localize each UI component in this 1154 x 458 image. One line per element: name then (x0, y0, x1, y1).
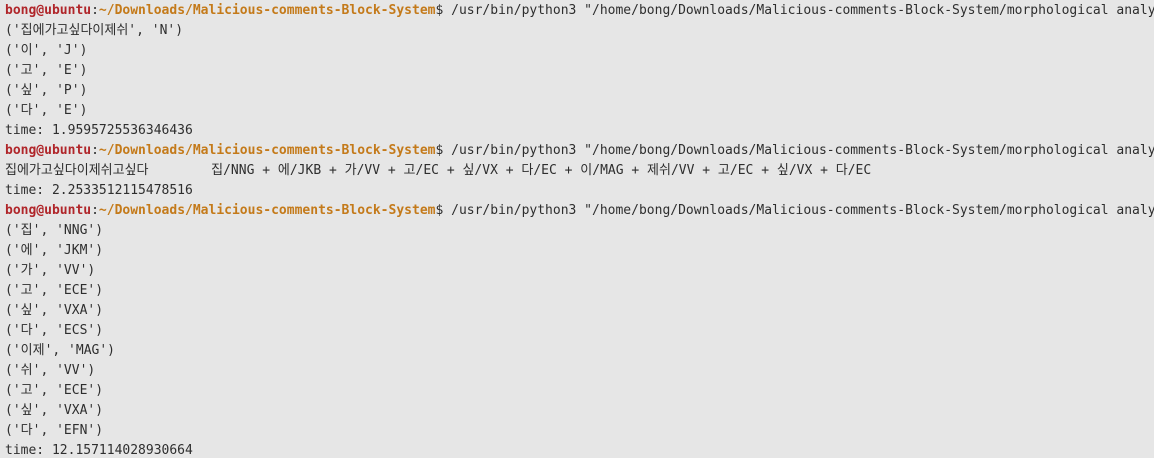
output-line: time: 2.2533512115478516 (5, 183, 193, 198)
output-line: ('이제', 'MAG') (5, 343, 116, 358)
output-line: ('다', 'ECS') (5, 323, 104, 338)
command-line: bong@ubuntu:~/Downloads/Malicious-commen… (5, 201, 1154, 221)
prompt-user-host: bong@ubuntu (5, 203, 92, 218)
prompt-colon: : (91, 143, 99, 158)
output-line: ('다', 'EFN') (5, 423, 104, 438)
terminal-window[interactable]: bong@ubuntu:~/Downloads/Malicious-commen… (0, 0, 1154, 458)
output-line: 집에가고싶다이제쉬고싶다 집/NNG + 에/JKB + 가/VV + 고/EC… (5, 163, 872, 178)
output-line: time: 12.157114028930664 (5, 443, 193, 458)
output-line: ('집', 'NNG') (5, 223, 104, 238)
output-line: ('가', 'VV') (5, 263, 96, 278)
command-text: /usr/bin/python3 "/home/bong/Downloads/M… (451, 203, 1154, 218)
prompt-user-host: bong@ubuntu (5, 143, 92, 158)
output-line: ('이', 'J') (5, 43, 88, 58)
command-text: /usr/bin/python3 "/home/bong/Downloads/M… (451, 143, 1154, 158)
prompt-user-host: bong@ubuntu (5, 3, 92, 18)
output-line: ('싶', 'VXA') (5, 303, 104, 318)
output-line: ('싶', 'VXA') (5, 403, 104, 418)
prompt-path: ~/Downloads/Malicious-comments-Block-Sys… (98, 143, 436, 158)
output-line: ('다', 'E') (5, 103, 88, 118)
prompt-colon: : (91, 3, 99, 18)
command-text: /usr/bin/python3 "/home/bong/Downloads/M… (451, 3, 1154, 18)
prompt-path: ~/Downloads/Malicious-comments-Block-Sys… (98, 203, 436, 218)
output-line: ('에', 'JKM') (5, 243, 104, 258)
output-line: time: 1.9595725536346436 (5, 123, 193, 138)
prompt-colon: : (91, 203, 99, 218)
output-line: ('고', 'E') (5, 63, 88, 78)
output-line: ('고', 'ECE') (5, 383, 104, 398)
output-line: ('싶', 'P') (5, 83, 88, 98)
output-line: ('고', 'ECE') (5, 283, 104, 298)
command-line: bong@ubuntu:~/Downloads/Malicious-commen… (5, 1, 1154, 21)
prompt-path: ~/Downloads/Malicious-comments-Block-Sys… (98, 3, 436, 18)
output-line: ('집에가고싶다이제쉬', 'N') (5, 23, 184, 38)
command-line: bong@ubuntu:~/Downloads/Malicious-commen… (5, 141, 1154, 161)
output-line: ('쉬', 'VV') (5, 363, 96, 378)
